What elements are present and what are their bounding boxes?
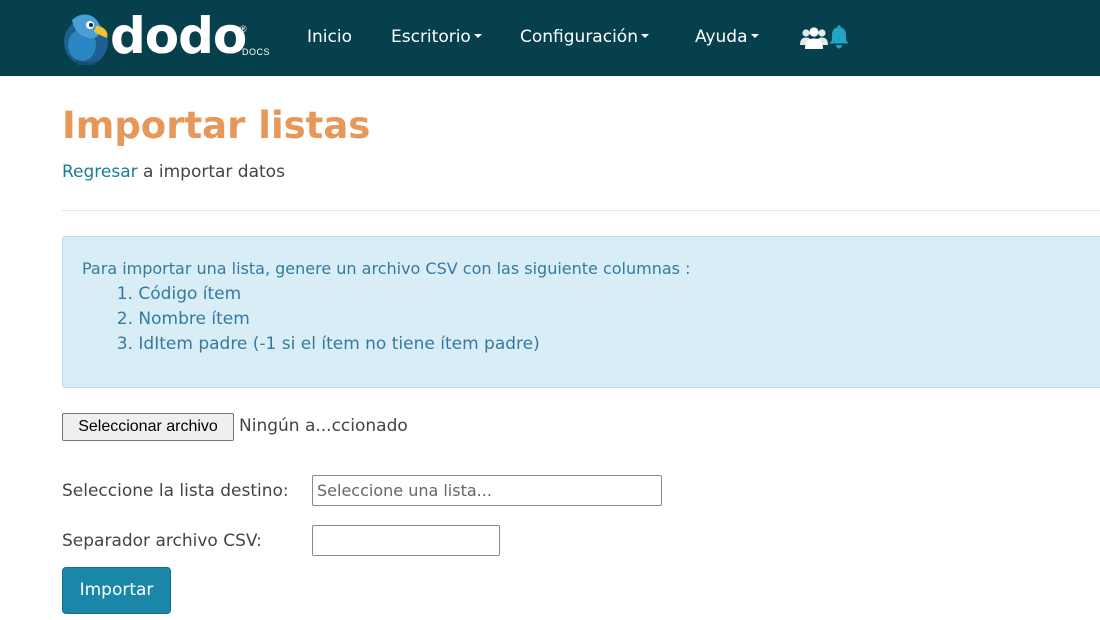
nav-item-escritorio[interactable]: Escritorio <box>391 26 482 48</box>
dodo-docs-logo[interactable]: dodo ® DOCS <box>60 7 275 68</box>
list-item-label: Nombre ítem <box>138 309 250 329</box>
list-item-label: IdItem padre (-1 si el ítem no tiene íte… <box>138 334 540 354</box>
top-navbar: dodo ® DOCS Inicio Escritorio Configurac… <box>0 0 1100 76</box>
back-link[interactable]: Regresar <box>62 162 138 182</box>
dodo-bird-icon <box>64 14 108 65</box>
import-button[interactable]: Importar <box>62 567 171 614</box>
bell-icon[interactable] <box>828 25 850 50</box>
divider <box>62 210 1100 211</box>
caret-down-icon <box>750 34 759 38</box>
csv-columns-list: 1. Código ítem 2. Nombre ítem 3. IdItem … <box>113 282 540 357</box>
back-navigation: Regresar a importar datos <box>62 160 285 184</box>
select-file-button[interactable]: Seleccionar archivo <box>62 413 234 441</box>
target-list-label: Seleccione la lista destino: <box>62 481 289 501</box>
list-item-number: 2. <box>116 309 133 329</box>
nav-icons <box>800 24 852 52</box>
list-item: 2. Nombre ítem <box>113 307 540 332</box>
nav-item-configuracion[interactable]: Configuración <box>520 26 649 48</box>
list-item: 1. Código ítem <box>113 282 540 307</box>
info-text: Para importar una lista, genere un archi… <box>82 259 691 278</box>
page-title: Importar listas <box>62 104 371 147</box>
nav-item-label: Inicio <box>307 27 352 47</box>
nav-item-ayuda[interactable]: Ayuda <box>695 26 759 48</box>
target-list-input[interactable] <box>312 475 662 506</box>
csv-separator-input[interactable] <box>312 525 500 556</box>
list-item-number: 1. <box>116 284 133 304</box>
file-status: Ningún a...ccionado <box>239 416 408 436</box>
list-item-label: Código ítem <box>138 284 242 304</box>
back-text: a importar datos <box>137 162 285 182</box>
registered-mark: ® <box>240 24 247 34</box>
brand-sub: DOCS <box>242 47 271 57</box>
nav-item-label: Escritorio <box>391 27 471 47</box>
nav-item-label: Ayuda <box>695 27 748 47</box>
list-item-number: 3. <box>116 334 133 354</box>
csv-separator-label: Separador archivo CSV: <box>62 531 262 551</box>
list-item: 3. IdItem padre (-1 si el ítem no tiene … <box>113 332 540 357</box>
nav-item-label: Configuración <box>520 27 638 47</box>
users-icon[interactable] <box>800 26 828 50</box>
nav-item-inicio[interactable]: Inicio <box>307 26 352 48</box>
caret-down-icon <box>473 34 482 38</box>
brand-name: dodo <box>110 7 247 65</box>
info-alert: Para importar una lista, genere un archi… <box>62 236 1100 388</box>
caret-down-icon <box>640 34 649 38</box>
